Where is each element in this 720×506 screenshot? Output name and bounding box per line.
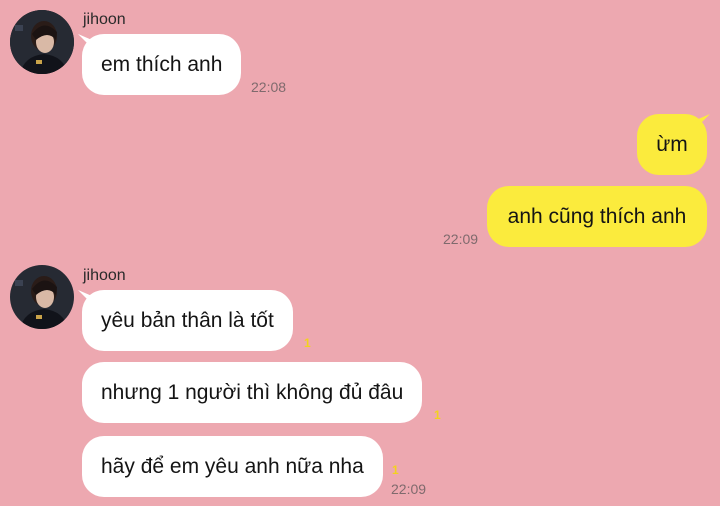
message-bubble-incoming[interactable]: hãy để em yêu anh nữa nha [82,436,383,497]
unread-count: 1 [434,408,441,422]
message-timestamp: 22:08 [251,79,287,95]
avatar[interactable] [10,10,74,74]
message-timestamp: 22:09 [391,481,427,497]
message-bubble-outgoing[interactable]: anh cũng thích anh [487,186,707,247]
sender-name: jihoon [83,267,126,284]
message-bubble-incoming[interactable]: yêu bản thân là tốt [82,290,293,351]
unread-count: 1 [392,463,399,477]
message-timestamp: 22:09 [443,231,479,247]
message-bubble-incoming[interactable]: em thích anh [82,34,242,95]
bubble-tail [696,114,710,128]
message-bubble-incoming[interactable]: nhưng 1 người thì không đủ đâu [82,362,423,423]
sender-name: jihoon [83,11,126,28]
unread-count: 1 [304,336,311,350]
avatar[interactable] [10,265,74,329]
